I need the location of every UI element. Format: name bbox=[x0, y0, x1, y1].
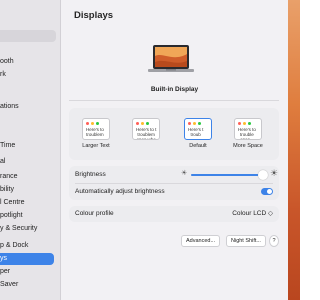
resolution-option-label: Larger Text bbox=[82, 143, 110, 149]
laptop-icon bbox=[148, 45, 194, 72]
resolution-preview: Here's t troub bbox=[184, 118, 212, 140]
auto-brightness-toggle[interactable] bbox=[261, 188, 273, 195]
preview-text: Here's t troub bbox=[188, 127, 204, 137]
resolution-preview: Here's to troublem bbox=[82, 118, 110, 140]
sidebar-item[interactable]: potlight bbox=[0, 210, 58, 222]
preview-text: Here's to trouble ones... bbox=[238, 127, 256, 140]
sidebar-item[interactable]: l Centre bbox=[0, 197, 58, 209]
brightness-slider[interactable]: ☀ ☀ bbox=[181, 168, 278, 180]
sidebar-item[interactable]: Saver bbox=[0, 279, 58, 291]
sidebar-item[interactable]: per bbox=[0, 266, 58, 278]
help-button[interactable]: ? bbox=[269, 235, 279, 247]
resolution-option[interactable]: Here's to troublem Larger Text bbox=[77, 118, 115, 149]
sidebar-item[interactable]: ations bbox=[0, 101, 58, 113]
auto-brightness-row: Automatically adjust brightness bbox=[75, 185, 273, 199]
desktop-wallpaper bbox=[288, 0, 300, 300]
sidebar-item[interactable]: bility bbox=[0, 184, 58, 196]
preview-text: Here's to troublem bbox=[86, 127, 104, 137]
sidebar-item[interactable]: y & Security bbox=[0, 223, 58, 235]
sidebar-item[interactable]: rance bbox=[0, 171, 58, 183]
resolution-option[interactable]: Here's to t troublem ones who bbox=[127, 118, 165, 143]
display-name-label: Built-in Display bbox=[150, 86, 199, 93]
night-shift-button[interactable]: Night Shift... bbox=[226, 235, 266, 247]
resolution-option[interactable]: Here's t troub Default bbox=[179, 118, 217, 149]
resolution-preview: Here's to trouble ones... bbox=[234, 118, 262, 140]
colour-profile-label: Colour profile bbox=[75, 210, 114, 217]
sidebar-search-field[interactable] bbox=[0, 30, 56, 42]
auto-brightness-label: Automatically adjust brightness bbox=[75, 188, 165, 195]
divider bbox=[69, 100, 279, 101]
brightness-label: Brightness bbox=[75, 171, 106, 178]
sidebar-item[interactable]: rk bbox=[0, 69, 58, 81]
sun-small-icon: ☀ bbox=[181, 170, 188, 177]
resolution-option[interactable]: Here's to trouble ones... More Space bbox=[229, 118, 267, 149]
resolution-preview: Here's to t troublem ones who bbox=[132, 118, 160, 140]
sidebar-item[interactable]: ooth bbox=[0, 56, 58, 68]
brightness-row: Brightness ☀ ☀ bbox=[75, 168, 278, 182]
sidebar-item[interactable]: al bbox=[0, 156, 58, 168]
displays-pane: Displays Built-in Display Here's to trou… bbox=[61, 0, 288, 300]
brightness-card: Brightness ☀ ☀ Automatically adjust brig… bbox=[69, 166, 279, 200]
colour-profile-row: Colour profile Colour LCD ◇ bbox=[75, 207, 273, 221]
colour-profile-card: Colour profile Colour LCD ◇ bbox=[69, 206, 279, 222]
sidebar: ooth rk ations Time al rance bility l Centre pot… bbox=[0, 0, 61, 300]
resolution-option-label: More Space bbox=[233, 143, 263, 149]
advanced-button[interactable]: Advanced... bbox=[181, 235, 221, 247]
resolution-picker: Here's to troublem Larger Text Here's to t… bbox=[69, 108, 279, 160]
page-title: Displays bbox=[74, 10, 114, 21]
sidebar-item[interactable]: p & Dock bbox=[0, 240, 58, 252]
sun-large-icon: ☀ bbox=[269, 168, 278, 178]
resolution-option-label: Default bbox=[189, 143, 207, 149]
colour-profile-select[interactable]: Colour LCD ◇ bbox=[232, 207, 273, 221]
sidebar-item[interactable]: ys bbox=[0, 253, 54, 265]
preview-text: Here's to t troublem ones who bbox=[136, 127, 157, 140]
sidebar-item[interactable]: Time bbox=[0, 140, 58, 152]
brightness-slider-knob[interactable] bbox=[258, 170, 269, 180]
system-settings-window: ooth rk ations Time al rance bility l Centre pot… bbox=[0, 0, 288, 300]
